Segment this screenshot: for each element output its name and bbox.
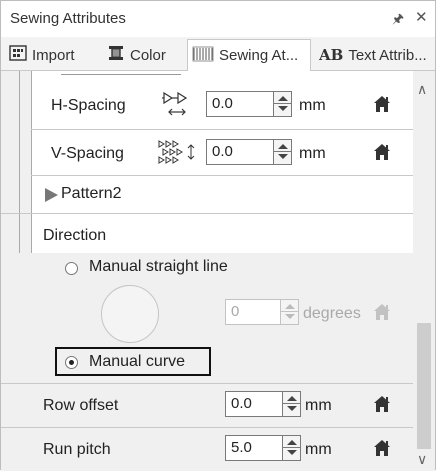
tab-sewing-attributes[interactable]: Sewing At... [187, 39, 311, 71]
manual-straight-line-option[interactable]: Manual straight line [65, 257, 305, 281]
section-separator [1, 427, 413, 428]
scroll-up-icon[interactable]: ∧ [417, 81, 427, 98]
manual-straight-line-radio[interactable] [65, 262, 78, 275]
panel-title: Sewing Attributes [10, 10, 126, 27]
vertical-scrollbar[interactable]: ∧ ∨ [413, 71, 435, 471]
import-grid-icon [9, 45, 27, 65]
run-pitch-default-icon[interactable] [373, 439, 391, 457]
h-spacing-icon [161, 89, 195, 124]
run-pitch-stepper[interactable] [282, 436, 300, 460]
degrees-value: 0 [231, 303, 240, 320]
tab-text-attributes[interactable]: AB Text Attrib... [319, 40, 435, 70]
degrees-default-icon [373, 303, 391, 321]
run-pitch-value: 5.0 [231, 439, 252, 456]
h-spacing-input[interactable]: 0.0 [206, 91, 292, 117]
v-spacing-icon [157, 137, 207, 172]
pin-icon[interactable]: 🖈 [392, 10, 404, 32]
tab-sewing-attributes-label: Sewing At... [219, 47, 299, 64]
h-spacing-default-icon[interactable] [373, 95, 391, 113]
sewing-attributes-panel: Sewing Attributes 🖈 ✕ Import Color Sewin… [0, 0, 436, 471]
v-spacing-input[interactable]: 0.0 [206, 139, 292, 165]
row-offset-stepper[interactable] [282, 392, 300, 416]
tab-import-label: Import [32, 46, 75, 64]
direction-label: Direction [43, 227, 107, 244]
direction-dial [101, 285, 159, 343]
row-separator [31, 129, 413, 130]
row-offset-unit: mm [305, 397, 332, 414]
partial-row-top-edge [61, 74, 181, 75]
row-offset-input[interactable]: 0.0 [225, 391, 301, 417]
run-pitch-label: Run pitch [43, 441, 111, 458]
section-separator [1, 213, 413, 214]
panel-titlebar: Sewing Attributes 🖈 ✕ [1, 1, 435, 37]
h-spacing-unit: mm [299, 97, 326, 114]
v-spacing-stepper[interactable] [273, 140, 291, 164]
v-spacing-default-icon[interactable] [373, 143, 391, 161]
scrollbar-thumb[interactable] [417, 323, 431, 449]
h-spacing-value: 0.0 [212, 95, 233, 112]
color-spool-icon [107, 45, 125, 65]
v-spacing-label: V-Spacing [51, 145, 124, 162]
pattern2-expander[interactable]: Pattern2 [45, 183, 245, 207]
manual-straight-line-label: Manual straight line [89, 258, 228, 275]
row-offset-value: 0.0 [231, 395, 252, 412]
tab-bar: Import Color Sewing At... AB Text Attrib… [1, 37, 435, 71]
row-offset-label: Row offset [43, 397, 119, 414]
tab-text-attributes-label: Text Attrib... [348, 46, 427, 64]
expand-triangle-icon [45, 188, 58, 202]
tab-color-label: Color [130, 46, 166, 64]
tab-color[interactable]: Color [107, 40, 183, 70]
h-spacing-label: H-Spacing [51, 97, 126, 114]
row-separator [31, 175, 413, 176]
tab-import[interactable]: Import [9, 40, 95, 70]
v-spacing-unit: mm [299, 145, 326, 162]
run-pitch-unit: mm [305, 441, 332, 458]
manual-curve-label: Manual curve [89, 353, 186, 370]
inner-group-rule [31, 71, 32, 253]
degrees-stepper[interactable] [280, 300, 298, 324]
v-spacing-value: 0.0 [212, 143, 233, 160]
sewing-stitch-icon [192, 46, 214, 66]
close-icon[interactable]: ✕ [415, 8, 428, 26]
degrees-input[interactable]: 0 [225, 299, 299, 325]
section-separator [1, 383, 413, 384]
manual-curve-radio[interactable] [65, 356, 78, 369]
outer-group-rule [19, 71, 20, 253]
settings-scroll-area: H-Spacing 0.0 mm V-Spacing 0.0 mm Patter… [1, 71, 413, 471]
pattern2-label: Pattern2 [61, 185, 122, 202]
degrees-unit: degrees [303, 305, 361, 322]
run-pitch-input[interactable]: 5.0 [225, 435, 301, 461]
manual-curve-option[interactable]: Manual curve [65, 352, 205, 374]
text-ab-icon: AB [319, 46, 344, 64]
h-spacing-stepper[interactable] [273, 92, 291, 116]
row-offset-default-icon[interactable] [373, 395, 391, 413]
scroll-down-icon[interactable]: ∨ [417, 451, 427, 468]
